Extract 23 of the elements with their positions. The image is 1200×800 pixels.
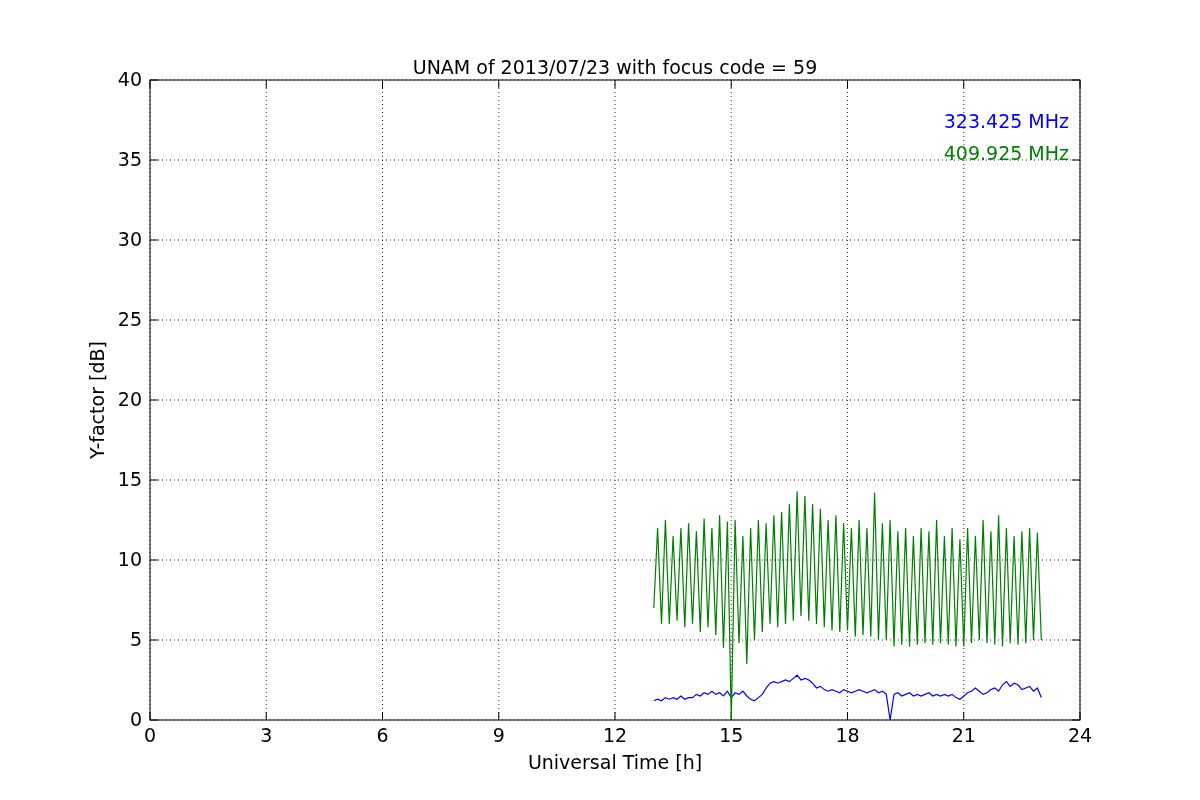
x-tick-label: 18 (835, 724, 860, 746)
y-tick-label: 30 (117, 228, 142, 250)
y-tick-label: 0 (129, 708, 142, 730)
legend-label: 323.425 MHz (943, 110, 1069, 132)
y-tick-label: 25 (117, 308, 142, 330)
x-tick-label: 24 (1067, 724, 1093, 746)
y-tick-label: 40 (117, 68, 142, 90)
y-tick-label: 20 (117, 388, 142, 410)
y-tick-label: 5 (129, 628, 142, 650)
x-tick-label: 12 (602, 724, 628, 746)
y-axis-label: Y-factor [dB] (86, 341, 108, 459)
x-tick-label: 15 (719, 724, 744, 746)
legend-label: 409.925 MHz (943, 142, 1069, 164)
x-tick-label: 6 (376, 724, 389, 746)
chart-title: UNAM of 2013/07/23 with focus code = 59 (412, 56, 818, 78)
y-tick-label: 10 (117, 548, 142, 570)
x-tick-label: 0 (143, 724, 157, 746)
x-axis-label: Universal Time [h] (527, 751, 703, 773)
y-tick-label: 15 (117, 468, 142, 490)
x-tick-label: 3 (260, 724, 273, 746)
y-tick-label: 35 (117, 148, 142, 170)
x-tick-label: 21 (951, 724, 976, 746)
x-tick-label: 9 (492, 724, 505, 746)
